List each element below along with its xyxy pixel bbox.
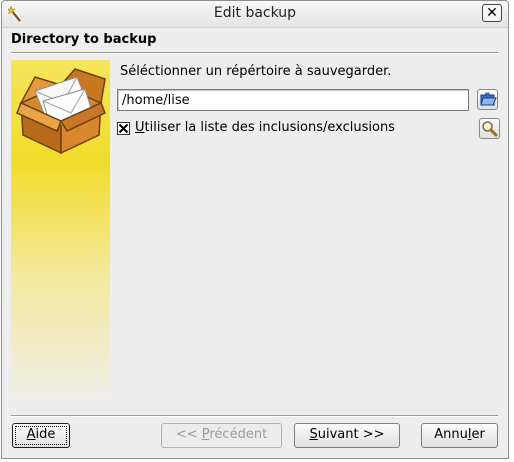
cancel-label-end: er: [471, 427, 485, 442]
close-icon: ✕: [486, 5, 498, 21]
magnifier-icon: [482, 121, 498, 137]
parcel-box-icon: [16, 68, 106, 155]
edit-backup-dialog: Edit backup ✕ Directory to backup Séléct…: [1, 0, 509, 459]
previous-prefix: <<: [175, 427, 202, 442]
folder-open-icon: [480, 92, 497, 106]
window-title: Edit backup: [213, 5, 297, 21]
help-mnemonic: A: [26, 427, 36, 442]
instruction-text: Séléctionner un répértoire à sauvegarder…: [120, 64, 392, 79]
previous-button[interactable]: << Précédent: [161, 423, 282, 448]
title-bar[interactable]: Edit backup ✕: [2, 1, 508, 28]
help-button[interactable]: Aide: [12, 423, 70, 448]
mnemonic-u: U: [135, 120, 145, 135]
use-list-label-text: tiliser la liste des inclusions/exclusio…: [144, 120, 395, 135]
previous-label: récédent: [209, 427, 268, 442]
next-label: uivant >>: [317, 427, 385, 442]
next-button[interactable]: Suivant >>: [294, 423, 400, 448]
next-mnemonic: S: [309, 427, 318, 442]
side-banner: [11, 60, 110, 398]
footer-divider: [11, 415, 498, 417]
header-divider: [11, 52, 498, 54]
cancel-label-start: Annu: [434, 427, 468, 442]
checkmark-icon: [118, 123, 129, 134]
browse-folder-button[interactable]: [477, 89, 498, 110]
cancel-button[interactable]: Annuler: [421, 423, 498, 448]
use-list-label[interactable]: Utiliser la liste des inclusions/exclusi…: [135, 120, 395, 135]
use-list-checkbox[interactable]: [117, 122, 130, 135]
page-title: Directory to backup: [11, 32, 157, 47]
edit-list-button[interactable]: [479, 118, 500, 139]
help-label: ide: [35, 427, 56, 442]
directory-path-input[interactable]: [117, 89, 469, 111]
close-button[interactable]: ✕: [482, 4, 502, 22]
